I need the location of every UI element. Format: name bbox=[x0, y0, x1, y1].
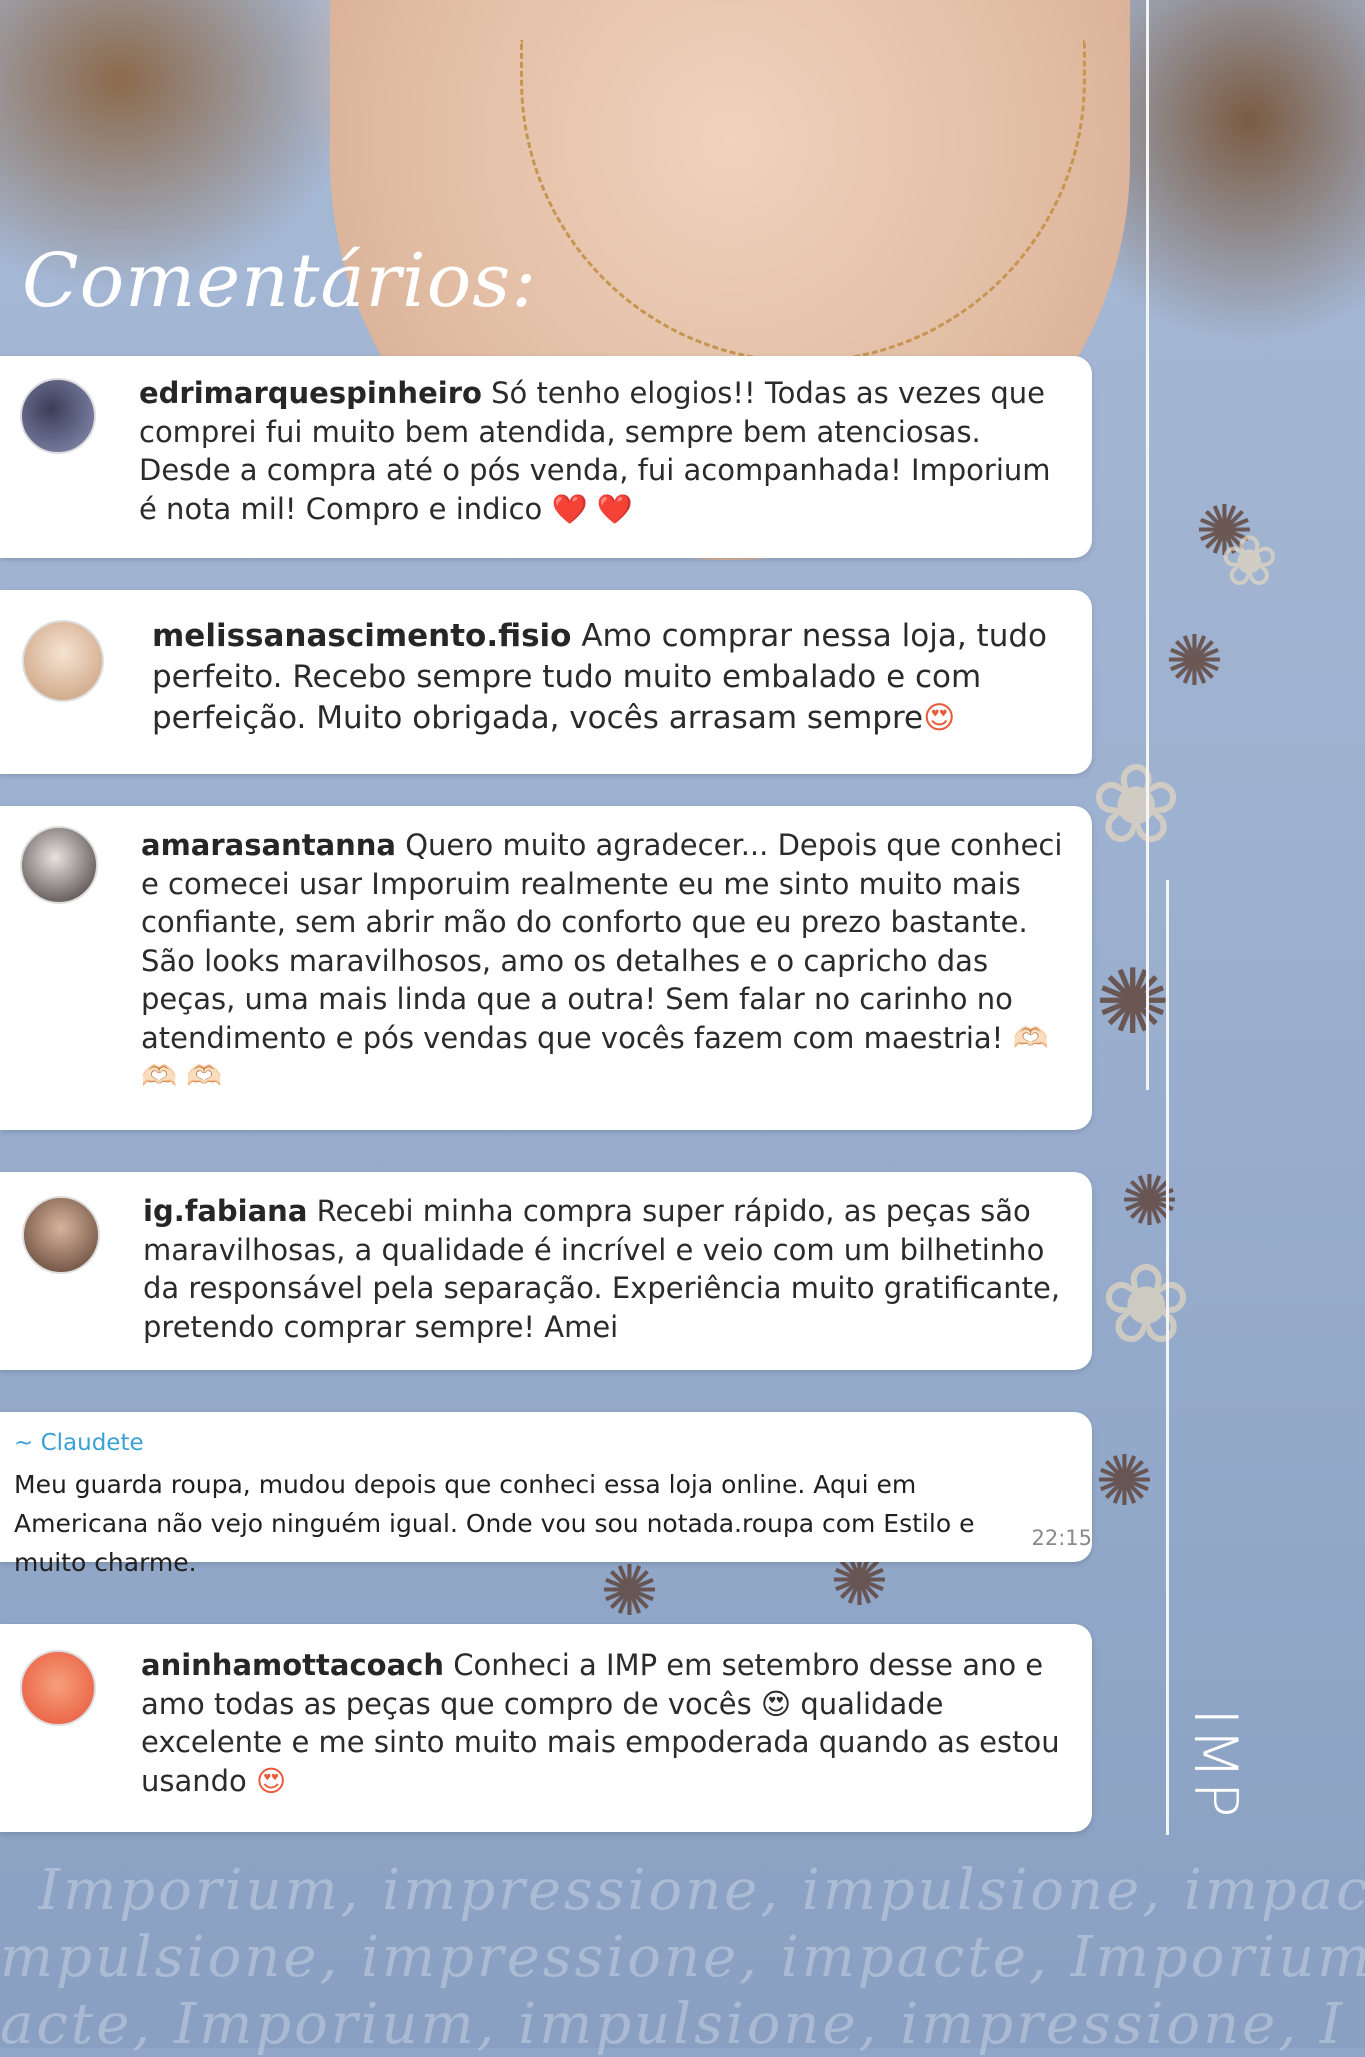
heart-eyes-icon: 😍 bbox=[923, 700, 956, 737]
comment-username[interactable]: amarasantanna bbox=[141, 828, 396, 862]
embroidery-flower: ✺ bbox=[1095, 950, 1171, 1055]
comment-card: edrimarquespinheiro Só tenho elogios!! T… bbox=[0, 356, 1092, 558]
embroidery-flower: ✺ bbox=[1120, 1160, 1179, 1242]
brand-logo: IMP bbox=[1180, 1708, 1250, 1820]
comment-body: Quero muito agradecer... Depois que conh… bbox=[141, 828, 1063, 1055]
comment-text: aninhamottacoach Conheci a IMP em setemb… bbox=[141, 1646, 1076, 1800]
whatsapp-message: ~ Claudete Meu guarda roupa, mudou depoi… bbox=[0, 1412, 1092, 1577]
message-timestamp: 22:15 bbox=[1031, 1526, 1092, 1550]
avatar[interactable] bbox=[20, 1650, 96, 1726]
message-sender: ~ Claudete bbox=[14, 1430, 144, 1456]
embroidery-flower: ❀ bbox=[1220, 520, 1279, 602]
comment-username[interactable]: melissanascimento.fisio bbox=[152, 618, 571, 654]
page-title: Comentários: bbox=[22, 238, 538, 324]
comment-username[interactable]: aninhamottacoach bbox=[141, 1648, 444, 1682]
decorative-vertical-line bbox=[1146, 0, 1149, 1090]
avatar[interactable] bbox=[22, 1196, 100, 1274]
decorative-vertical-line bbox=[1166, 880, 1169, 1835]
embroidery-flower: ✺ bbox=[1165, 620, 1224, 702]
message-text: Meu guarda roupa, mudou depois que conhe… bbox=[14, 1470, 975, 1577]
comment-card: melissanascimento.fisio Amo comprar ness… bbox=[0, 590, 1092, 774]
comment-card: aninhamottacoach Conheci a IMP em setemb… bbox=[0, 1624, 1092, 1832]
heart-eyes-icon: 😍 bbox=[256, 1763, 287, 1798]
comment-username[interactable]: edrimarquespinheiro bbox=[139, 376, 482, 410]
comment-text: melissanascimento.fisio Amo comprar ness… bbox=[152, 616, 1052, 740]
avatar[interactable] bbox=[22, 620, 104, 702]
comment-text: ig.fabiana Recebi minha compra super ráp… bbox=[143, 1192, 1068, 1346]
comment-text: edrimarquespinheiro Só tenho elogios!! T… bbox=[139, 374, 1064, 528]
tagline-line: mpulsione, impressione, impacte, Imporiu… bbox=[0, 1925, 1365, 1990]
comment-card: ig.fabiana Recebi minha compra super ráp… bbox=[0, 1172, 1092, 1370]
avatar[interactable] bbox=[20, 378, 96, 454]
embroidery-flower: ❀ bbox=[1090, 740, 1183, 868]
tagline-line: acte, Imporium, impulsione, impressione,… bbox=[0, 1992, 1346, 2057]
heart-icon: ❤️ ❤️ bbox=[551, 491, 633, 526]
embroidery-flower: ❀ bbox=[1100, 1240, 1193, 1368]
comment-text: amarasantanna Quero muito agradecer... D… bbox=[141, 826, 1076, 1096]
embroidery-flower: ✺ bbox=[1095, 1440, 1154, 1522]
comment-username[interactable]: ig.fabiana bbox=[143, 1194, 307, 1228]
tagline-line: Imporium, impressione, impulsione, impac bbox=[38, 1858, 1365, 1923]
comment-card: amarasantanna Quero muito agradecer... D… bbox=[0, 806, 1092, 1130]
avatar[interactable] bbox=[20, 826, 98, 904]
